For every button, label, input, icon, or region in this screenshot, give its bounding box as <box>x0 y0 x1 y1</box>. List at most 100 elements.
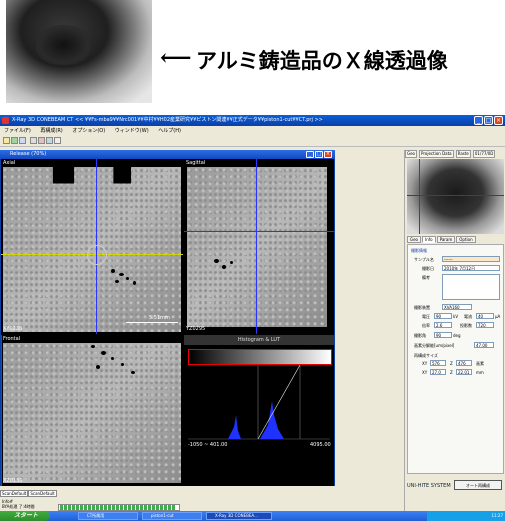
angle-label: 撮影角 <box>414 333 426 338</box>
menu-bar: ファイル(F) 再構成(R) オプション(O) ウィンドウ(W) ヘルプ(H) <box>0 126 505 136</box>
release-title-bar: Release (70%) _ □ × <box>0 150 335 159</box>
axial-view[interactable]: Axial XY0238 5.51mm <box>1 159 183 334</box>
tab-info[interactable]: Info <box>422 236 436 243</box>
frontal-vertical-cursor[interactable] <box>1 335 2 486</box>
projection-row-cursor[interactable] <box>407 195 504 196</box>
save-icon[interactable] <box>19 137 26 144</box>
close-button[interactable]: × <box>494 116 503 125</box>
progress-segment <box>112 505 115 510</box>
scan-tabs: ScanDefault ScanDefault <box>0 490 57 497</box>
progress-segment <box>172 505 175 510</box>
scale-bar-label: 5.51mm <box>149 315 170 321</box>
tab-geo[interactable]: Geo <box>407 236 422 243</box>
xy-mm-label: XY <box>422 370 428 375</box>
progress-segment <box>144 505 147 510</box>
app-icon <box>2 117 9 124</box>
task-xray-app[interactable]: X-Ray 3D CONEBEA... <box>206 512 272 520</box>
sagittal-slice-image <box>187 167 327 327</box>
sagittal-label: Sagittal <box>186 160 206 166</box>
progress-segment <box>128 505 131 510</box>
system-tray: 11:27 <box>427 511 505 521</box>
clock: 11:27 <box>491 513 503 518</box>
task-ct-folder[interactable]: CT所属用 <box>78 512 138 520</box>
progress-segment <box>84 505 87 510</box>
frontal-view[interactable]: Frontal XZ0150 <box>1 335 183 486</box>
frontal-slice-image <box>3 343 181 483</box>
maximize-button[interactable]: □ <box>484 116 493 125</box>
menu-help[interactable]: ヘルプ(H) <box>158 128 181 134</box>
tab-option[interactable]: Option <box>456 236 476 243</box>
tab-raster[interactable]: Raste <box>455 150 471 158</box>
sagittal-vertical-cursor[interactable] <box>256 159 257 334</box>
lut-gradient[interactable] <box>188 349 332 365</box>
sample-name-field[interactable]: ------ <box>442 256 500 262</box>
menu-file[interactable]: ファイル(F) <box>4 128 31 134</box>
open-project-icon[interactable] <box>11 137 18 144</box>
histogram-panel[interactable]: Histogram & LUT -1050 ~ 401.00 4095.00 <box>184 335 334 486</box>
xy-mm-field[interactable]: 27.0 <box>430 369 446 375</box>
tab-scan-default-1[interactable]: ScanDefault <box>0 490 29 497</box>
note-label: 備考 <box>422 275 430 280</box>
device-label: 撮影装置 <box>414 305 430 310</box>
view-icon[interactable] <box>46 137 53 144</box>
image-caption: アルミ鋳造品のＸ線透過像 <box>196 49 448 73</box>
window-title: X-Ray 3D CONEBEAM CT << ¥¥Fs-mba9¥¥Nrc00… <box>12 117 323 123</box>
task-piston-folder[interactable]: piston1-cut <box>142 512 202 520</box>
frontal-coord: XZ0150 <box>3 478 23 484</box>
z-unit: 画素 <box>476 361 484 366</box>
projection-preview[interactable] <box>407 159 504 234</box>
progress-segment <box>124 505 127 510</box>
voltage-field[interactable]: 90 <box>434 313 452 319</box>
device-field[interactable]: XVA160 <box>442 304 472 310</box>
menu-reconstruct[interactable]: 再構成(R) <box>40 128 62 134</box>
pixel-field[interactable]: 47.00 <box>474 342 494 348</box>
brand-label: UNI-HITE SYSTEM <box>407 483 451 489</box>
hist-range-left: -1050 ~ 401.00 <box>188 442 228 448</box>
gain-field[interactable]: 2.6 <box>434 322 452 328</box>
settings-icon[interactable] <box>30 137 37 144</box>
open-folder-icon[interactable] <box>3 137 10 144</box>
z-mm-field[interactable]: 22.01 <box>456 369 472 375</box>
xy-field[interactable]: 576 <box>430 360 446 366</box>
views-field[interactable]: 720 <box>476 322 494 328</box>
release-maximize-button[interactable]: □ <box>315 151 323 158</box>
start-button[interactable]: スタート <box>0 511 50 521</box>
note-field[interactable] <box>442 274 500 300</box>
title-bar: X-Ray 3D CONEBEAM CT << ¥¥Fs-mba9¥¥Nrc00… <box>0 115 505 126</box>
minimize-button[interactable]: _ <box>474 116 483 125</box>
projection-column-cursor[interactable] <box>419 159 420 234</box>
progress-segment <box>76 505 79 510</box>
tab-geo-top[interactable]: Geo <box>405 150 418 158</box>
progress-segment <box>140 505 143 510</box>
menu-options[interactable]: オプション(O) <box>72 128 105 134</box>
release-close-button[interactable]: × <box>324 151 332 158</box>
z-mm-label: Z <box>450 370 453 375</box>
tab-projection-data[interactable]: Projection Data <box>419 150 454 158</box>
progress-segment <box>156 505 159 510</box>
angle-field[interactable]: 90 <box>434 332 452 338</box>
z-field[interactable]: 476 <box>456 360 472 366</box>
voltage-unit: kV <box>453 314 459 319</box>
auto-reconstruct-button[interactable]: オート再構成 <box>454 480 502 490</box>
tab-scan-default-2[interactable]: ScanDefault <box>28 490 57 497</box>
frontal-label: Frontal <box>3 336 21 342</box>
release-minimize-button[interactable]: _ <box>306 151 314 158</box>
help-icon[interactable] <box>54 137 61 144</box>
gain-label: 倍率 <box>422 323 430 328</box>
voltage-label: 電圧 <box>422 314 430 319</box>
progress-segment <box>64 505 67 510</box>
casting-cavity <box>36 25 91 65</box>
progress-segment <box>60 505 63 510</box>
sagittal-view[interactable]: Sagittal YZ0295 <box>184 159 334 334</box>
taskbar: スタート CT所属用 piston1-cut X-Ray 3D CONEBEA.… <box>0 511 505 521</box>
tab-param[interactable]: Param <box>436 236 456 243</box>
date-field[interactable]: 2010年 7月12日 <box>442 265 500 271</box>
reconstruct-icon[interactable] <box>38 137 45 144</box>
progress-segment <box>92 505 95 510</box>
progress-segment <box>108 505 111 510</box>
menu-window[interactable]: ウィンドウ(W) <box>115 128 149 134</box>
sagittal-horizontal-cursor[interactable] <box>184 231 334 232</box>
current-field[interactable]: 40 <box>476 313 494 319</box>
toolbar <box>0 136 505 147</box>
progress-segment <box>104 505 107 510</box>
